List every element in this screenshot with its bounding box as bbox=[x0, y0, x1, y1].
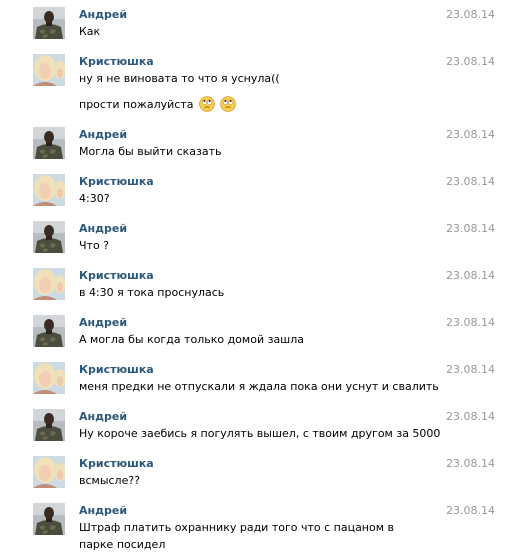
avatar-kristyushka[interactable] bbox=[33, 268, 65, 300]
eye-roll-emoji-icon bbox=[220, 96, 237, 117]
message-text-with-emoji: прости пожалуйста bbox=[79, 96, 414, 117]
message-author[interactable]: Кристюшка bbox=[79, 268, 154, 284]
message-author[interactable]: Андрей bbox=[79, 409, 127, 425]
avatar-kristyushka[interactable] bbox=[33, 54, 65, 86]
message-date[interactable]: 23.08.14 bbox=[446, 409, 495, 425]
message-text: Штраф платить охраннику ради того что с … bbox=[79, 521, 395, 551]
message-author[interactable]: Андрей bbox=[79, 7, 127, 23]
avatar-andrey[interactable] bbox=[33, 221, 65, 253]
avatar-kristyushka[interactable] bbox=[33, 362, 65, 394]
avatar-kristyushka[interactable] bbox=[33, 456, 65, 488]
message-author[interactable]: Кристюшка bbox=[79, 174, 154, 190]
eye-roll-emoji-icon bbox=[199, 96, 215, 117]
message-date[interactable]: 23.08.14 bbox=[446, 174, 495, 190]
message-text: ну я не виновата то что я уснула(( bbox=[79, 72, 280, 85]
message-date[interactable]: 23.08.14 bbox=[446, 315, 495, 331]
message-text: всмысле?? bbox=[79, 474, 141, 487]
avatar-kristyushka[interactable] bbox=[33, 174, 65, 206]
message-text: Могла бы выйти сказать bbox=[79, 145, 222, 158]
message-author[interactable]: Кристюшка bbox=[79, 362, 154, 378]
message-text: в 4:30 я тока проснулась bbox=[79, 286, 225, 299]
message-text: прости пожалуйста bbox=[79, 98, 194, 111]
message-date[interactable]: 23.08.14 bbox=[446, 221, 495, 237]
message-text: Как bbox=[79, 25, 101, 38]
message-text: Ну короче заебись я погулять вышел, с тв… bbox=[79, 427, 441, 440]
message-author[interactable]: Андрей bbox=[79, 315, 127, 331]
message-text: 4:30? bbox=[79, 192, 110, 205]
message-text: Что ? bbox=[79, 239, 110, 252]
message-author[interactable]: Андрей bbox=[79, 503, 127, 519]
message-date[interactable]: 23.08.14 bbox=[446, 268, 495, 284]
message-author[interactable]: Кристюшка bbox=[79, 456, 154, 472]
avatar-andrey[interactable] bbox=[33, 7, 65, 39]
message-author[interactable]: Андрей bbox=[79, 127, 127, 143]
message-text: А могла бы когда только домой зашла bbox=[79, 333, 305, 346]
message-date[interactable]: 23.08.14 bbox=[446, 54, 495, 70]
avatar-andrey[interactable] bbox=[33, 315, 65, 347]
avatar-andrey[interactable] bbox=[33, 409, 65, 441]
message-date[interactable]: 23.08.14 bbox=[446, 7, 495, 23]
message-date[interactable]: 23.08.14 bbox=[446, 127, 495, 143]
message-date[interactable]: 23.08.14 bbox=[446, 362, 495, 378]
message-text: меня предки не отпускали я ждала пока он… bbox=[79, 380, 439, 393]
message-author[interactable]: Кристюшка bbox=[79, 54, 154, 70]
message-date[interactable]: 23.08.14 bbox=[446, 456, 495, 472]
message-author[interactable]: Андрей bbox=[79, 221, 127, 237]
avatar-andrey[interactable] bbox=[33, 127, 65, 159]
avatar-andrey[interactable] bbox=[33, 503, 65, 535]
message-date[interactable]: 23.08.14 bbox=[446, 503, 495, 519]
